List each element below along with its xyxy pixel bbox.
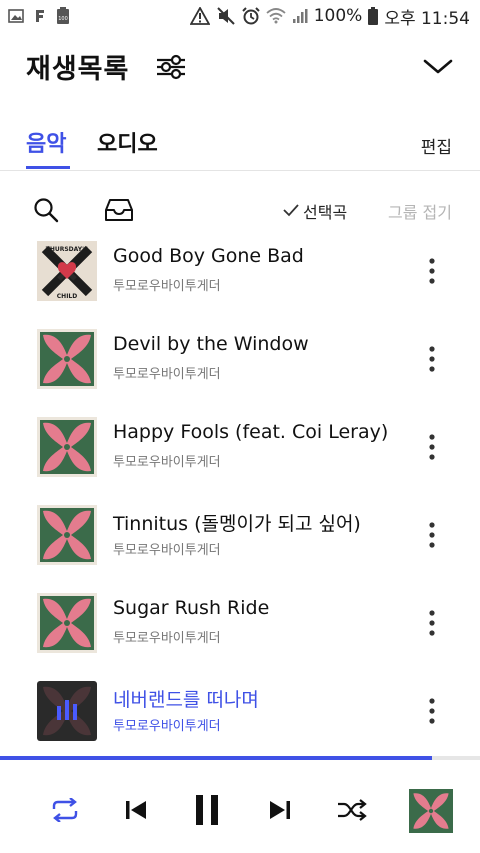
more-options-icon[interactable] bbox=[424, 520, 440, 550]
collapse-group-button[interactable]: 그룹 접기 bbox=[388, 199, 452, 223]
status-time: 오후 11:54 bbox=[384, 8, 470, 29]
tab-audio[interactable]: 오디오 bbox=[97, 126, 158, 158]
more-options-icon[interactable] bbox=[424, 256, 440, 286]
previous-icon[interactable] bbox=[122, 789, 150, 831]
album-art-temptation bbox=[37, 505, 97, 565]
select-songs-label: 선택곡 bbox=[303, 203, 348, 222]
song-title: Happy Fools (feat. Coi Leray) bbox=[113, 421, 389, 443]
check-icon bbox=[283, 202, 299, 221]
battery-percent: 100% bbox=[313, 6, 363, 26]
album-art-temptation bbox=[37, 593, 97, 653]
divider bbox=[0, 170, 480, 171]
active-tab-indicator bbox=[26, 166, 70, 169]
playback-progress-bar[interactable] bbox=[0, 756, 480, 760]
wifi-icon bbox=[266, 8, 286, 24]
shuffle-icon[interactable] bbox=[336, 789, 368, 831]
song-title: Tinnitus (돌멩이가 되고 싶어) bbox=[113, 513, 361, 535]
mini-player-album-art[interactable] bbox=[409, 789, 453, 833]
more-options-icon[interactable] bbox=[424, 344, 440, 374]
inbox-icon[interactable] bbox=[104, 198, 134, 222]
app-f-icon bbox=[34, 9, 46, 23]
song-row[interactable]: Devil by the Window 투모로우바이투게더 bbox=[0, 324, 480, 412]
battery-saver-icon: 100 bbox=[56, 7, 70, 25]
playback-progress-fill bbox=[0, 756, 432, 760]
song-row[interactable]: Sugar Rush Ride 투모로우바이투게더 bbox=[0, 588, 480, 676]
more-options-icon[interactable] bbox=[424, 608, 440, 638]
album-art-temptation bbox=[37, 329, 97, 389]
status-bar: 100 100% 오후 11:54 bbox=[0, 0, 480, 32]
song-title: 네버랜드를 떠나며 bbox=[113, 689, 259, 711]
status-left-icons: 100 bbox=[8, 7, 70, 25]
album-art-thursdays-child: THURSDAY'S CHILD bbox=[37, 241, 97, 301]
more-options-icon[interactable] bbox=[424, 432, 440, 462]
edit-button[interactable]: 편집 bbox=[421, 133, 452, 158]
svg-text:100: 100 bbox=[58, 16, 68, 22]
signal-icon bbox=[292, 8, 308, 24]
battery-icon bbox=[368, 7, 379, 25]
repeat-icon[interactable] bbox=[50, 789, 80, 831]
song-artist: 투모로우바이투게더 bbox=[113, 543, 221, 558]
svg-text:THURSDAY'S: THURSDAY'S bbox=[46, 246, 88, 253]
sliders-icon[interactable] bbox=[154, 52, 188, 82]
alert-icon bbox=[189, 7, 210, 25]
song-artist: 투모로우바이투게더 bbox=[113, 279, 221, 294]
search-icon[interactable] bbox=[33, 197, 59, 223]
song-row-now-playing[interactable]: 네버랜드를 떠나며 투모로우바이투게더 bbox=[0, 676, 480, 764]
chevron-down-icon[interactable] bbox=[423, 56, 453, 78]
song-artist: 투모로우바이투게더 bbox=[113, 367, 221, 382]
song-artist: 투모로우바이투게더 bbox=[113, 631, 221, 646]
song-row[interactable]: THURSDAY'S CHILD Good Boy Gone Bad 투모로우바… bbox=[0, 236, 480, 324]
next-icon[interactable] bbox=[266, 789, 294, 831]
song-artist: 투모로우바이투게더 bbox=[113, 719, 221, 734]
gallery-icon bbox=[8, 9, 24, 23]
page-title: 재생목록 bbox=[26, 54, 130, 85]
tab-music[interactable]: 음악 bbox=[26, 126, 66, 158]
song-title: Sugar Rush Ride bbox=[113, 597, 270, 619]
song-row[interactable]: Tinnitus (돌멩이가 되고 싶어) 투모로우바이투게더 bbox=[0, 500, 480, 588]
equalizer-icon bbox=[55, 698, 79, 726]
pause-icon[interactable] bbox=[192, 789, 222, 831]
more-options-icon[interactable] bbox=[424, 696, 440, 726]
alarm-icon bbox=[241, 7, 260, 25]
song-title: Devil by the Window bbox=[113, 333, 309, 355]
svg-text:CHILD: CHILD bbox=[57, 293, 77, 300]
mute-icon bbox=[216, 7, 236, 25]
status-right: 100% 오후 11:54 bbox=[189, 4, 470, 29]
song-title: Good Boy Gone Bad bbox=[113, 245, 304, 267]
select-songs-button[interactable]: 선택곡 bbox=[283, 199, 347, 223]
song-artist: 투모로우바이투게더 bbox=[113, 455, 221, 470]
song-row[interactable]: Happy Fools (feat. Coi Leray) 투모로우바이투게더 bbox=[0, 412, 480, 500]
album-art-temptation bbox=[37, 417, 97, 477]
